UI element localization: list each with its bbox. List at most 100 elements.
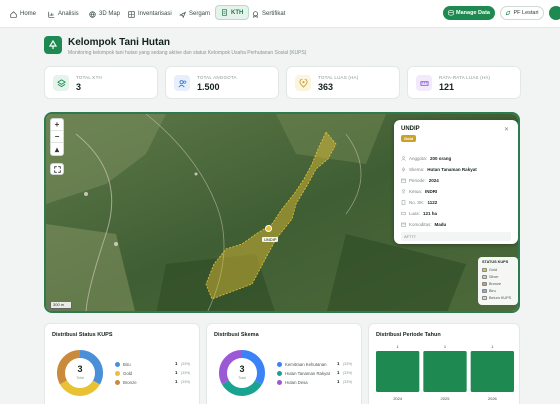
nav-label: KTH [231,9,244,16]
bar-2024[interactable] [376,351,420,392]
nav-sertifikat[interactable]: Sertifikat [252,8,285,20]
legend-swatch [482,274,487,279]
legend-label: Bronze [489,281,502,286]
tree-icon [401,167,406,172]
legend-item-silver: Silver [482,273,514,280]
legend-row: Biru [115,361,131,367]
status-badge: Gold [401,135,417,142]
users-icon [174,75,190,91]
nav-home[interactable]: Home [10,8,36,20]
close-icon[interactable]: ✕ [504,126,509,133]
x-tick-label: 2025 [441,396,451,401]
map-scale: 300 m [50,302,72,309]
legend-pct: (33%) [181,380,191,384]
globe-icon [89,10,96,18]
card-title: Distribusi Skema [214,332,259,338]
compass-button[interactable]: ▴ [51,143,63,155]
legend-dot [115,361,120,367]
page-title: Kelompok Tani Hutan [68,37,171,48]
legend-dot [277,361,282,367]
legend-dot [277,370,282,376]
legend-count: 1 [337,379,340,384]
box-icon [401,222,406,227]
popup-row-label: Periode: [409,178,426,183]
nav-inventarisasi[interactable]: Inventarisasi [128,8,172,20]
legend-row: Gold [115,370,132,376]
legend-label: Kemitraan Kehutanan [285,361,327,367]
user-avatar-button[interactable] [549,6,560,20]
location-pin-icon [295,75,311,91]
nav-label: Sertifikat [262,11,286,17]
bar-2025[interactable] [423,351,467,392]
nav-3d-map[interactable]: 3D Map [89,8,120,20]
popup-row-value: Madu [434,222,447,227]
card-title: Distribusi Status KUPS [52,332,113,338]
legend-label: Hutan Tanaman Rakyat [285,370,330,376]
stat-value: 3 [76,82,82,92]
popup-row-value: INDRI [425,189,438,194]
legend-swatch [482,295,487,300]
legend-dot [115,379,120,385]
fullscreen-button[interactable] [50,163,64,175]
stat-value: 363 [318,82,334,92]
legend-pct: (33%) [343,371,353,375]
popup-row-anggota: Anggota: 200 orang [401,155,451,162]
legend-count: 1 [175,379,178,384]
zoom-in-button[interactable]: + [51,119,63,131]
satellite-map[interactable]: + − ▴ 300 m UNDIP UNDIP ✕ Gold Anggota: … [44,112,520,313]
legend-count: 1 [337,370,340,375]
map-marker[interactable] [265,225,272,232]
popup-row-value: 121 ha [423,211,438,216]
tree-icon [44,36,62,54]
nav-kth[interactable]: KTH [215,5,250,20]
card-status-kups: Distribusi Status KUPS 3 Total Biru 1 (3… [44,323,200,404]
x-tick-label: 2024 [393,396,403,401]
popup-code: AF777 [401,232,511,241]
bar-2026[interactable] [470,351,514,392]
stat-card-total-anggota: TOTAL ANGGOTA 1.500 [165,66,279,99]
zoom-out-button[interactable]: − [51,131,63,143]
legend-row: Kemitraan Kehutanan [277,361,327,367]
nav-label: Inventarisasi [138,11,172,17]
popup-row-value: 200 orang [430,156,452,161]
legend-pct: (33%) [181,362,191,366]
legend-label: Gold [123,370,133,376]
ruler-icon [416,75,432,91]
card-distribusi-skema: Distribusi Skema 3 Total Kemitraan Kehut… [206,323,362,404]
popup-row-periode: Periode: 2024 [401,177,439,184]
legend-pct: (33%) [343,362,353,366]
legend-label: Silver [489,274,499,279]
popup-row-komoditas: Komoditas: Madu [401,221,446,228]
popup-row-label: Skema: [409,167,425,172]
popup-row-label: Ketua: [409,189,423,194]
popup-row-value: 1122 [427,200,438,205]
manage-data-button[interactable]: Manage Data [443,6,495,20]
periode-bar-chart: 1 2024 1 2025 1 2026 [376,344,514,401]
popup-row-label: Luas: [409,211,421,216]
ruler-icon [401,212,406,215]
legend-title: STATUS KUPS [482,260,509,264]
popup-row-skema: Skema: Hutan Tanaman Rakyat [401,166,477,173]
legend-swatch [482,281,487,286]
map-marker-label: UNDIP [262,237,279,242]
popup-row-label: Komoditas: [409,222,432,227]
legend-swatch [482,288,487,293]
nav-sergam[interactable]: Sergam [179,8,210,20]
legend-item-bronze: Bronze [482,280,514,287]
legend-row: Bronze [115,379,137,385]
pf-lestari-button[interactable]: PF Lestari [500,6,544,20]
donut-total: 3 [239,364,245,374]
popup-row-luas: Luas: 121 ha [401,210,437,217]
legend-pct: (33%) [181,371,191,375]
bar-value-label: 1 [397,344,400,349]
kth-popup: UNDIP ✕ Gold Anggota: 200 orang Skema: H… [394,120,518,244]
home-icon [10,10,17,18]
legend-label: Biru [489,288,496,293]
donut-total: 3 [77,364,83,374]
stat-value: 1.500 [197,82,220,92]
nav-label: 3D Map [99,11,121,17]
stat-label: TOTAL ANGGOTA [197,75,237,80]
legend-row: Hutan Desa [277,379,308,385]
donut-total-label: Total [238,376,246,380]
nav-analisis[interactable]: Analisis [48,8,79,20]
